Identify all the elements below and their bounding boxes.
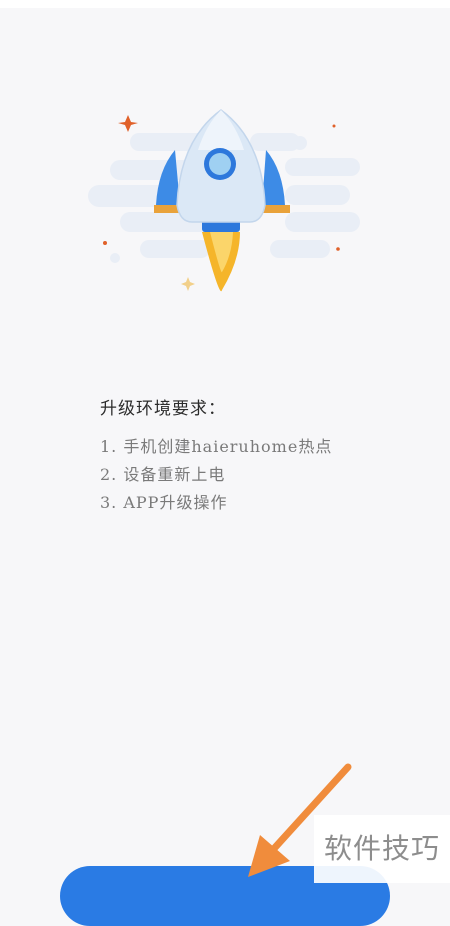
requirements-title: 升级环境要求： [100, 399, 226, 419]
requirement-item: 1. 手机创建haieruhome热点 [100, 437, 333, 456]
rocket-illustration [88, 109, 360, 292]
rocket-fin-right [262, 150, 285, 205]
upgrade-requirements: 升级环境要求： 1. 手机创建haieruhome热点 2. 设备重新上电 3.… [100, 397, 430, 517]
requirement-item: 2. 设备重新上电 [100, 465, 226, 484]
rocket-fin-right-base [262, 205, 290, 213]
rocket-window [209, 153, 231, 175]
requirements-list: 1. 手机创建haieruhome热点 2. 设备重新上电 3. APP升级操作 [100, 433, 430, 517]
watermark-text: 软件技巧 [314, 815, 450, 883]
requirement-item: 3. APP升级操作 [100, 493, 228, 512]
